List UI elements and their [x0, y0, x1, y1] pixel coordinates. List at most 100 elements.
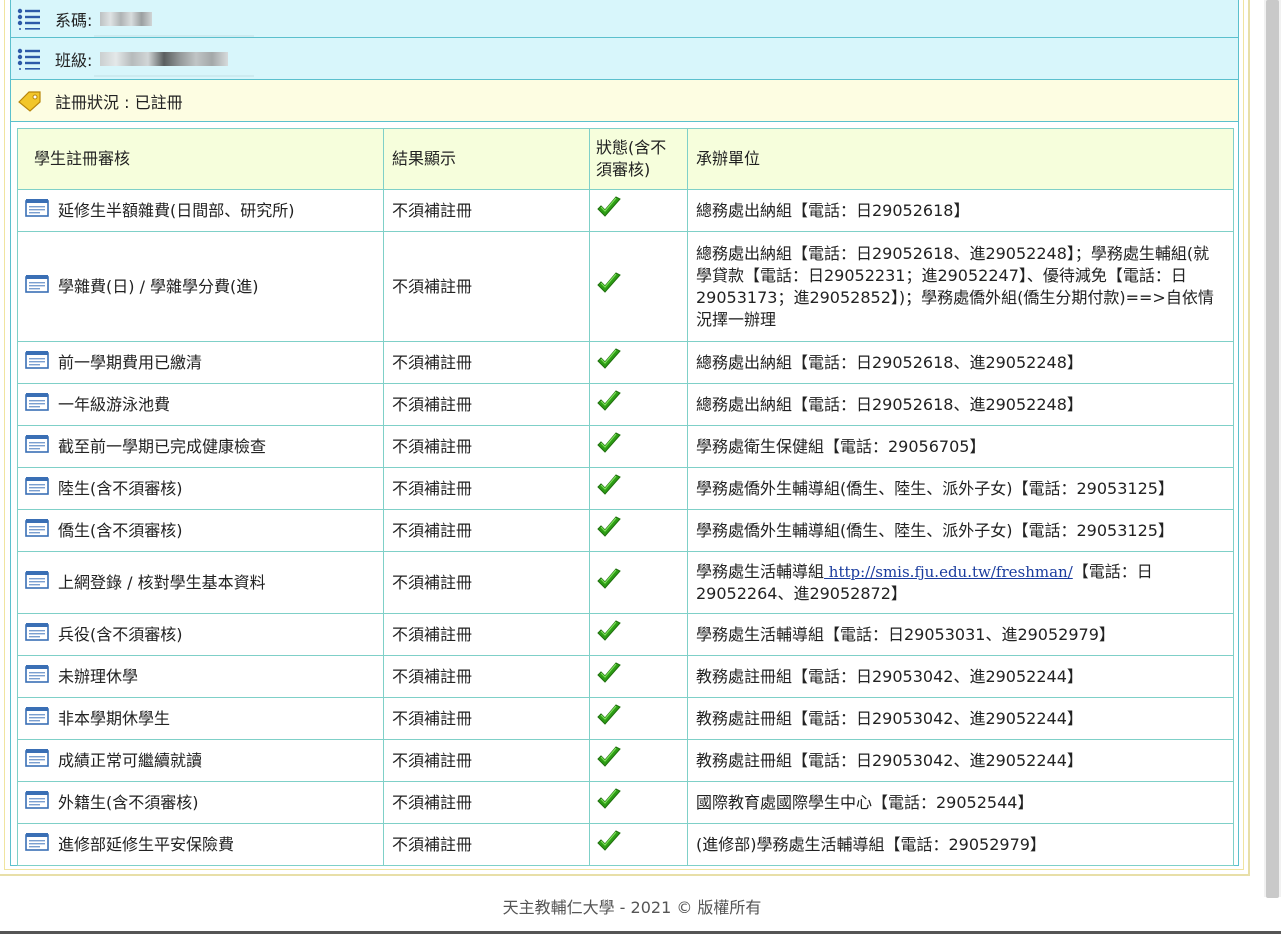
result-cell: 不須補註冊: [383, 189, 590, 232]
document-icon: [24, 273, 50, 301]
check-icon: [596, 745, 622, 774]
item-label: 學雜費(日) / 學雜學分費(進): [58, 276, 259, 296]
document-icon: [24, 197, 50, 225]
result-cell: 不須補註冊: [383, 341, 590, 384]
check-icon: [596, 389, 622, 418]
check-icon: [596, 431, 622, 460]
document-icon: [24, 663, 50, 691]
item-cell: 上網登錄 / 核對學生基本資料: [17, 551, 384, 614]
result-cell: 不須補註冊: [383, 509, 590, 552]
status-row: 註冊狀況 : 已註冊: [10, 80, 1239, 122]
unit-text: 學務處生活輔導組: [696, 561, 825, 581]
document-icon: [24, 789, 50, 817]
table-row: 上網登錄 / 核對學生基本資料 不須補註冊 學務處生活輔導組 http://smis…: [17, 551, 1234, 614]
header-status-line1: 狀態(含不: [596, 138, 667, 157]
dept-label: 系碼:: [55, 10, 93, 30]
result-cell: 不須補註冊: [383, 697, 590, 740]
status-cell: [589, 383, 688, 426]
status-cell: [589, 425, 688, 468]
class-underline: [94, 75, 254, 77]
table-row: 前一學期費用已繳清 不須補註冊 總務處出納組【電話：日29052618、進29052…: [17, 341, 1234, 384]
document-icon: [24, 475, 50, 503]
status-cell: [589, 231, 688, 342]
header-review-item: 學生註冊審核: [17, 128, 384, 190]
registration-review-table: 學生註冊審核 結果顯示 狀態(含不須審核) 承辦單位 延修生半額雜費(日間部、研…: [17, 128, 1234, 866]
item-cell: 陸生(含不須審核): [17, 467, 384, 510]
unit-cell: 總務處出納組【電話：日29052618、進29052248】: [687, 341, 1234, 384]
result-cell: 不須補註冊: [383, 823, 590, 866]
class-label: 班級:: [55, 50, 93, 70]
result-cell: 不須補註冊: [383, 655, 590, 698]
unit-cell: 總務處出納組【電話：日29052618、進29052248】: [687, 383, 1234, 426]
review-table-container: 學生註冊審核 結果顯示 狀態(含不須審核) 承辦單位 延修生半額雜費(日間部、研…: [10, 122, 1239, 866]
item-cell: 兵役(含不須審核): [17, 613, 384, 656]
header-unit: 承辦單位: [687, 128, 1234, 190]
check-icon: [596, 567, 622, 596]
unit-cell: (進修部)學務處生活輔導組【電話：29052979】: [687, 823, 1234, 866]
item-label: 成績正常可繼續就讀: [58, 750, 203, 770]
item-cell: 延修生半額雜費(日間部、研究所): [17, 189, 384, 232]
item-cell: 僑生(含不須審核): [17, 509, 384, 552]
table-row: 未辦理休學 不須補註冊 教務處註冊組【電話：日29053042、進29052244】: [17, 655, 1234, 698]
document-icon: [24, 433, 50, 461]
status-cell: [589, 467, 688, 510]
unit-cell: 學務處生活輔導組 http://smis.fju.edu.tw/freshman…: [687, 551, 1234, 614]
table-row: 學雜費(日) / 學雜學分費(進) 不須補註冊 總務處出納組【電話：日2905261…: [17, 231, 1234, 342]
status-cell: [589, 341, 688, 384]
table-row: 僑生(含不須審核) 不須補註冊 學務處僑外生輔導組(僑生、陸生、派外子女)【電話：2…: [17, 509, 1234, 552]
unit-cell: 國際教育處國際學生中心【電話：29052544】: [687, 781, 1234, 824]
dept-value-redacted: [100, 11, 153, 26]
status-cell: [589, 781, 688, 824]
item-label: 一年級游泳池費: [58, 394, 171, 414]
header-result: 結果顯示: [383, 128, 590, 190]
status-cell: [589, 613, 688, 656]
item-label: 兵役(含不須審核): [58, 624, 183, 644]
unit-cell: 學務處衛生保健組【電話：29056705】: [687, 425, 1234, 468]
item-label: 進修部延修生平安保險費: [58, 834, 235, 854]
item-label: 未辦理休學: [58, 666, 139, 686]
check-icon: [596, 619, 622, 648]
header-status-line2: 須審核): [596, 160, 651, 179]
list-icon: [17, 8, 45, 30]
status-cell: [589, 551, 688, 614]
check-icon: [596, 829, 622, 858]
document-icon: [24, 621, 50, 649]
item-cell: 學雜費(日) / 學雜學分費(進): [17, 231, 384, 342]
unit-cell: 教務處註冊組【電話：日29053042、進29052244】: [687, 697, 1234, 740]
document-icon: [24, 349, 50, 377]
unit-cell: 總務處出納組【電話：日29052618、進29052248】；學務處生輔組(就學…: [687, 231, 1234, 342]
item-label: 上網登錄 / 核對學生基本資料: [58, 572, 266, 592]
item-cell: 截至前一學期已完成健康檢查: [17, 425, 384, 468]
item-cell: 進修部延修生平安保險費: [17, 823, 384, 866]
result-cell: 不須補註冊: [383, 383, 590, 426]
freshman-link[interactable]: http://smis.fju.edu.tw/freshman/: [824, 563, 1073, 581]
unit-cell: 學務處僑外生輔導組(僑生、陸生、派外子女)【電話：29053125】: [687, 509, 1234, 552]
status-cell: [589, 739, 688, 782]
status-cell: [589, 697, 688, 740]
table-row: 截至前一學期已完成健康檢查 不須補註冊 學務處衛生保健組【電話：29056705】: [17, 425, 1234, 468]
document-icon: [24, 747, 50, 775]
check-icon: [596, 515, 622, 544]
scrollbar-thumb[interactable]: [1266, 0, 1279, 898]
unit-cell: 學務處僑外生輔導組(僑生、陸生、派外子女)【電話：29053125】: [687, 467, 1234, 510]
document-icon: [24, 391, 50, 419]
document-icon: [24, 569, 50, 597]
check-icon: [596, 195, 622, 224]
tag-icon: [17, 90, 45, 112]
dept-row: 系碼:: [10, 0, 1239, 38]
document-icon: [24, 705, 50, 733]
document-icon: [24, 517, 50, 545]
item-label: 陸生(含不須審核): [58, 478, 183, 498]
check-icon: [596, 271, 622, 300]
unit-cell: 學務處生活輔導組【電話：日29053031、進29052979】: [687, 613, 1234, 656]
result-cell: 不須補註冊: [383, 231, 590, 342]
item-label: 截至前一學期已完成健康檢查: [58, 436, 267, 456]
check-icon: [596, 473, 622, 502]
registration-status: 註冊狀況 : 已註冊: [55, 92, 183, 112]
class-row: 班級:: [10, 38, 1239, 80]
item-label: 延修生半額雜費(日間部、研究所): [58, 200, 295, 220]
unit-cell: 總務處出納組【電話：日29052618】: [687, 189, 1234, 232]
table-row: 非本學期休學生 不須補註冊 教務處註冊組【電話：日29053042、進2905224…: [17, 697, 1234, 740]
item-cell: 外籍生(含不須審核): [17, 781, 384, 824]
table-row: 陸生(含不須審核) 不須補註冊 學務處僑外生輔導組(僑生、陸生、派外子女)【電話：2…: [17, 467, 1234, 510]
